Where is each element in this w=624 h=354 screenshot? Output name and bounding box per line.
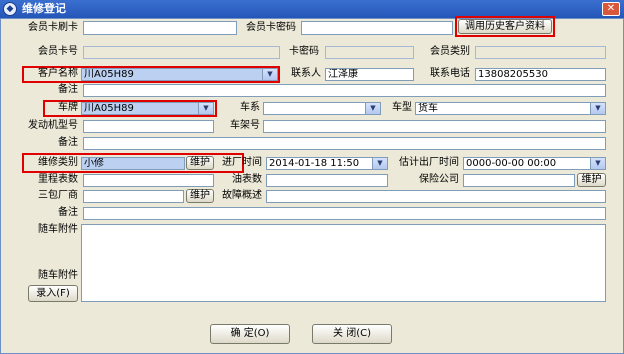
frame-no-label: 车架号	[230, 120, 260, 131]
engine-no-input[interactable]	[83, 120, 214, 133]
plate-label: 车牌	[58, 102, 78, 113]
enter-time-picker[interactable]: 2014-01-18 11:50 ▼	[266, 157, 388, 170]
mileage-label: 里程表数	[38, 174, 78, 185]
history-customer-button[interactable]: 调用历史客户资料	[458, 19, 552, 34]
chevron-down-icon[interactable]: ▼	[198, 103, 213, 114]
car-series-select[interactable]: ▼	[263, 102, 381, 115]
card-swipe-label: 会员卡刷卡	[28, 22, 78, 33]
warranty-label: 三包厂商	[38, 190, 78, 201]
est-exit-time-value: 0000-00-00 00:00	[466, 158, 557, 169]
est-exit-time-picker[interactable]: 0000-00-00 00:00 ▼	[463, 157, 606, 170]
customer-name-value: 川A05H89	[84, 69, 134, 80]
close-button[interactable]: 关 闭(C)	[312, 324, 392, 344]
card-password-input[interactable]	[301, 21, 453, 35]
maintain-warranty-button[interactable]: 维护	[186, 189, 214, 203]
card-pwd2-label: 卡密码	[289, 46, 319, 57]
insurance-input[interactable]	[463, 174, 575, 187]
app-icon: ◆	[3, 2, 17, 16]
window-title: 维修登记	[22, 2, 66, 15]
customer-name-label: 客户名称	[38, 68, 78, 79]
warranty-input[interactable]	[83, 190, 184, 203]
chevron-down-icon[interactable]: ▼	[372, 158, 387, 169]
chevron-down-icon[interactable]: ▼	[590, 158, 605, 169]
remark1-input[interactable]	[83, 84, 606, 97]
contact-input[interactable]: 江泽康	[325, 68, 414, 81]
frame-no-input[interactable]	[263, 120, 606, 133]
entry-button[interactable]: 录入(F)	[28, 285, 78, 302]
member-type-label: 会员类别	[430, 46, 470, 57]
chevron-down-icon[interactable]: ▼	[590, 103, 605, 114]
maintain-insurance-button[interactable]: 维护	[577, 173, 606, 187]
close-window-button[interactable]: ✕	[602, 2, 620, 16]
enter-time-label: 进厂时间	[222, 157, 262, 168]
fault-desc-label: 故障概述	[222, 190, 262, 201]
repair-type-field[interactable]: 小修	[81, 157, 185, 170]
est-exit-time-label: 估计出厂时间	[399, 157, 459, 168]
phone-label: 联系电话	[430, 68, 470, 79]
insurance-label: 保险公司	[419, 174, 459, 185]
fuel-label: 油表数	[232, 174, 262, 185]
remark3-input[interactable]	[83, 207, 606, 220]
accessories-label-2: 随车附件	[38, 270, 78, 281]
car-type-value: 货车	[418, 103, 438, 114]
remark1-label: 备注	[58, 84, 78, 95]
enter-time-value: 2014-01-18 11:50	[269, 158, 360, 169]
car-type-label: 车型	[392, 102, 412, 113]
card-password-label: 会员卡密码	[246, 22, 296, 33]
plate-value: 川A05H89	[84, 103, 134, 114]
remark2-label: 备注	[58, 137, 78, 148]
customer-name-select[interactable]: 川A05H89 ▼	[81, 68, 278, 81]
engine-no-label: 发动机型号	[28, 120, 78, 131]
chevron-down-icon[interactable]: ▼	[262, 69, 277, 80]
contact-label: 联系人	[291, 68, 321, 79]
card-swipe-input[interactable]	[83, 21, 237, 35]
chevron-down-icon[interactable]: ▼	[365, 103, 380, 114]
fuel-input[interactable]	[266, 174, 388, 187]
card-no-label: 会员卡号	[38, 46, 78, 57]
plate-select[interactable]: 川A05H89 ▼	[81, 102, 214, 115]
car-series-label: 车系	[240, 102, 260, 113]
maintain-repair-type-button[interactable]: 维护	[186, 156, 214, 170]
fault-desc-input[interactable]	[266, 190, 606, 203]
repair-type-label: 维修类别	[38, 157, 78, 168]
member-type-field	[475, 46, 606, 59]
confirm-button[interactable]: 确 定(O)	[210, 324, 290, 344]
card-pwd2-field	[325, 46, 414, 59]
car-type-select[interactable]: 货车 ▼	[415, 102, 606, 115]
mileage-input[interactable]	[83, 174, 214, 187]
remark2-input[interactable]	[83, 137, 606, 150]
accessories-textarea[interactable]	[81, 224, 606, 302]
phone-input[interactable]: 13808205530	[475, 68, 606, 81]
accessories-label: 随车附件	[38, 224, 78, 235]
remark3-label: 备注	[58, 207, 78, 218]
card-no-field	[83, 46, 280, 59]
